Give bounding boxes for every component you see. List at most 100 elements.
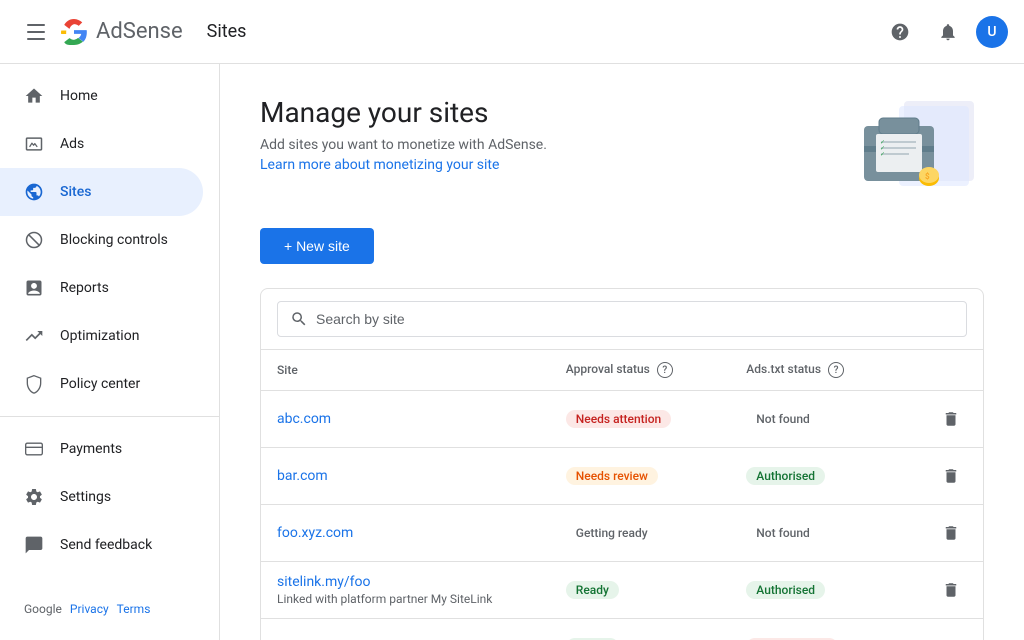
menu-button[interactable] <box>16 12 56 52</box>
page-header-left: Manage your sites Add sites you want to … <box>260 96 547 173</box>
footer-terms-link[interactable]: Terms <box>117 602 151 616</box>
search-icon <box>290 310 308 328</box>
blocking-icon <box>24 230 44 250</box>
payments-icon <box>24 439 44 459</box>
footer-brand: Google <box>24 602 62 616</box>
sidebar-footer: Google Privacy Terms <box>0 586 219 632</box>
help-button[interactable] <box>880 12 920 52</box>
approval-help-icon[interactable]: ? <box>657 362 673 378</box>
search-input[interactable] <box>316 311 954 327</box>
site-link[interactable]: foo.xyz.com <box>277 525 353 541</box>
approval-badge: Ready <box>566 581 619 599</box>
table-row: abc.com Needs attention Not found <box>261 391 983 448</box>
table-row: bar.com Needs review Authorised <box>261 448 983 505</box>
sites-table: Site Approval status ? Ads.txt status ? <box>261 350 983 640</box>
reports-icon <box>24 278 44 298</box>
site-sub: Linked with platform partner My SiteLink <box>277 592 534 606</box>
delete-icon <box>942 467 960 485</box>
sidebar-label-payments: Payments <box>60 441 122 457</box>
action-cell <box>911 562 983 619</box>
help-icon <box>890 22 910 42</box>
ads-txt-badge: Authorised <box>746 581 825 599</box>
sidebar-item-payments[interactable]: Payments <box>0 425 203 473</box>
bell-icon <box>938 22 958 42</box>
sidebar-item-settings[interactable]: Settings <box>0 473 203 521</box>
approval-cell: Needs attention <box>550 391 731 448</box>
svg-text:$: $ <box>925 172 930 181</box>
site-cell: foo.xyz.com <box>261 505 550 562</box>
ads-txt-cell: Authorised <box>730 562 911 619</box>
ads-txt-cell: Authorised <box>730 448 911 505</box>
ads-icon <box>24 134 44 154</box>
sidebar-item-reports[interactable]: Reports <box>0 264 203 312</box>
delete-button[interactable] <box>935 460 967 492</box>
site-cell: sitelink.my/foo Linked with platform par… <box>261 562 550 619</box>
sidebar-item-policy-center[interactable]: Policy center <box>0 360 203 408</box>
avatar[interactable]: U <box>976 16 1008 48</box>
sidebar-label-reports: Reports <box>60 280 109 296</box>
learn-more-link[interactable]: Learn more about monetizing your site <box>260 157 499 173</box>
optimization-icon <box>24 326 44 346</box>
sidebar-label-sites: Sites <box>60 184 91 200</box>
table-header: Site Approval status ? Ads.txt status ? <box>261 350 983 391</box>
ads-txt-cell: Not found <box>730 505 911 562</box>
illustration-icon: ✓ ✓ ✓ $ <box>804 96 984 196</box>
sidebar-item-ads[interactable]: Ads <box>0 120 203 168</box>
sidebar-item-sites[interactable]: Sites <box>0 168 203 216</box>
approval-badge: Needs review <box>566 467 658 485</box>
search-row <box>261 289 983 350</box>
site-link[interactable]: sitelink.my/foo <box>277 574 370 590</box>
sidebar-item-home[interactable]: Home <box>0 72 203 120</box>
product-name: AdSense <box>96 19 183 44</box>
hamburger-icon <box>27 24 45 40</box>
col-header-site: Site <box>261 350 550 391</box>
delete-button[interactable] <box>935 403 967 435</box>
sidebar-label-optimization: Optimization <box>60 328 139 344</box>
delete-icon <box>942 581 960 599</box>
delete-button[interactable] <box>935 631 967 640</box>
policy-icon <box>24 374 44 394</box>
sidebar-item-send-feedback[interactable]: Send feedback <box>0 521 203 569</box>
sidebar-label-blocking: Blocking controls <box>60 232 168 248</box>
page-subtitle: Add sites you want to monetize with AdSe… <box>260 137 547 153</box>
sites-table-container: Site Approval status ? Ads.txt status ? <box>260 288 984 640</box>
feedback-icon <box>24 535 44 555</box>
sidebar-label-settings: Settings <box>60 489 111 505</box>
settings-icon <box>24 487 44 507</box>
delete-icon <box>942 410 960 428</box>
sidebar-item-blocking-controls[interactable]: Blocking controls <box>0 216 203 264</box>
ads-txt-cell: Unauthorised <box>730 619 911 640</box>
home-icon <box>24 86 44 106</box>
delete-button[interactable] <box>935 574 967 606</box>
page-header-right: ✓ ✓ ✓ $ <box>804 96 984 196</box>
delete-button[interactable] <box>935 517 967 549</box>
footer-privacy-link[interactable]: Privacy <box>70 602 109 616</box>
ads-txt-badge: Authorised <box>746 467 825 485</box>
site-cell: bar.com <box>261 448 550 505</box>
table-body: abc.com Needs attention Not found bar.co… <box>261 391 983 640</box>
col-header-approval: Approval status ? <box>550 350 731 391</box>
approval-badge: Needs attention <box>566 410 671 428</box>
table-row: foo.xyz.com Getting ready Not found <box>261 505 983 562</box>
new-site-button[interactable]: + New site <box>260 228 374 264</box>
site-link[interactable]: abc.com <box>277 411 331 427</box>
sidebar-label-policy: Policy center <box>60 376 140 392</box>
sidebar-divider <box>0 416 219 417</box>
notifications-button[interactable] <box>928 12 968 52</box>
ads-help-icon[interactable]: ? <box>828 362 844 378</box>
google-logo-icon <box>60 18 88 46</box>
ads-txt-badge: Not found <box>746 410 819 428</box>
sidebar-label-ads: Ads <box>60 136 84 152</box>
logo-link[interactable]: AdSense <box>60 18 183 46</box>
sidebar-item-optimization[interactable]: Optimization <box>0 312 203 360</box>
svg-text:✓: ✓ <box>880 151 885 158</box>
site-cell: abc.com <box>261 391 550 448</box>
sidebar: Home Ads Sites Blocking controls <box>0 64 220 640</box>
delete-icon <box>942 524 960 542</box>
site-link[interactable]: bar.com <box>277 468 328 484</box>
sidebar-label-home: Home <box>60 88 98 104</box>
page-title: Manage your sites <box>260 96 547 129</box>
main-content: Manage your sites Add sites you want to … <box>220 64 1024 640</box>
topbar-title: Sites <box>207 21 247 42</box>
site-cell: omnomeats.com <box>261 619 550 640</box>
